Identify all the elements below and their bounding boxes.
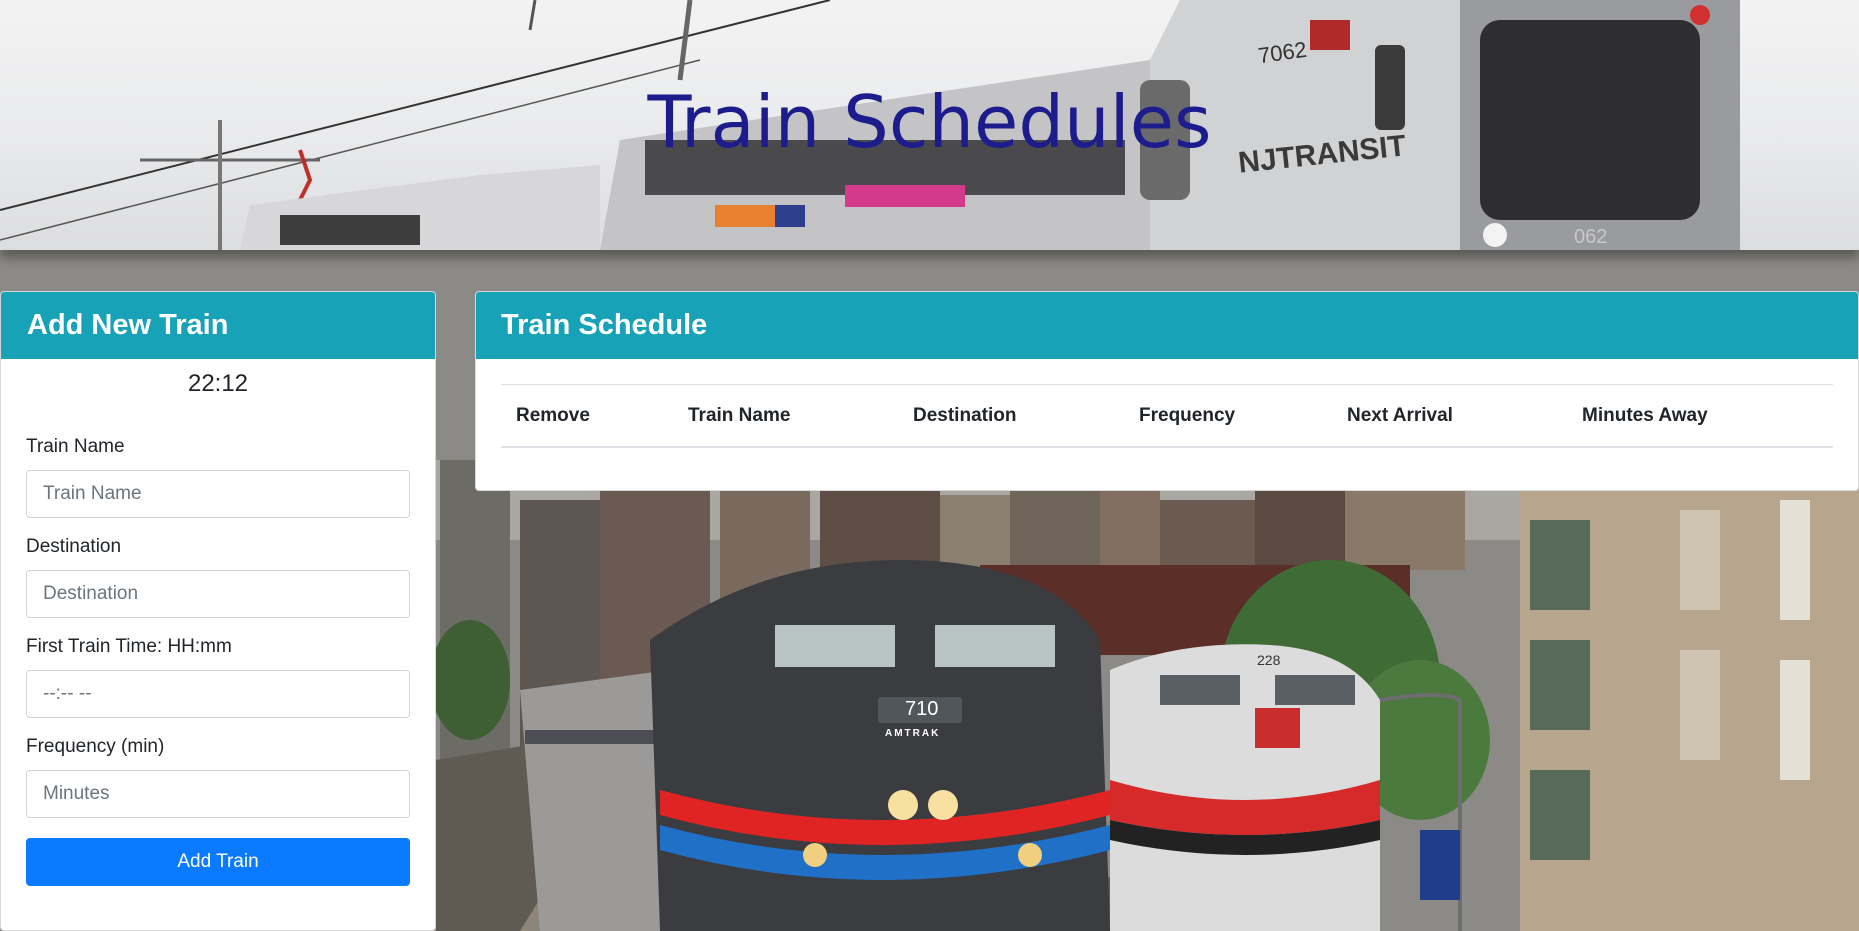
column-frequency: Frequency [1124, 384, 1332, 448]
schedule-header-row: Remove Train Name Destination Frequency … [501, 384, 1833, 448]
train-name-input[interactable] [26, 470, 410, 518]
train-name-label: Train Name [26, 436, 125, 457]
page-title: Train Schedules [647, 80, 1212, 164]
header-banner: 7062 NJTRANSIT 062 Train Schedules [0, 0, 1859, 250]
destination-label: Destination [26, 536, 122, 557]
add-train-form: Train Name Destination First Train Time:… [1, 436, 435, 886]
column-train-name: Train Name [673, 384, 898, 448]
train-schedule-card: Train Schedule Remove Train Name Destina… [475, 291, 1859, 491]
destination-input[interactable] [26, 570, 410, 618]
train-schedule-heading: Train Schedule [476, 292, 1858, 359]
column-next-arrival: Next Arrival [1332, 384, 1567, 448]
column-remove: Remove [501, 384, 673, 448]
amtrak-logo-text: AMTRAK [885, 728, 941, 739]
banner-nose-number: 062 [1574, 226, 1608, 248]
column-destination: Destination [898, 384, 1124, 448]
first-train-time-label: First Train Time: HH:mm [26, 636, 232, 657]
add-train-button[interactable]: Add Train [26, 838, 410, 886]
first-train-time-input[interactable] [26, 670, 410, 718]
loco-number-228: 228 [1257, 652, 1281, 668]
schedule-table: Remove Train Name Destination Frequency … [501, 384, 1833, 448]
add-train-card: Add New Train 22:12 Train Name Destinati… [0, 291, 436, 931]
column-minutes-away: Minutes Away [1567, 384, 1833, 448]
current-time: 22:12 [187, 370, 249, 397]
frequency-label: Frequency (min) [26, 736, 165, 757]
add-train-heading: Add New Train [1, 292, 435, 359]
frequency-input[interactable] [26, 770, 410, 818]
loco-number-710: 710 [905, 698, 939, 720]
